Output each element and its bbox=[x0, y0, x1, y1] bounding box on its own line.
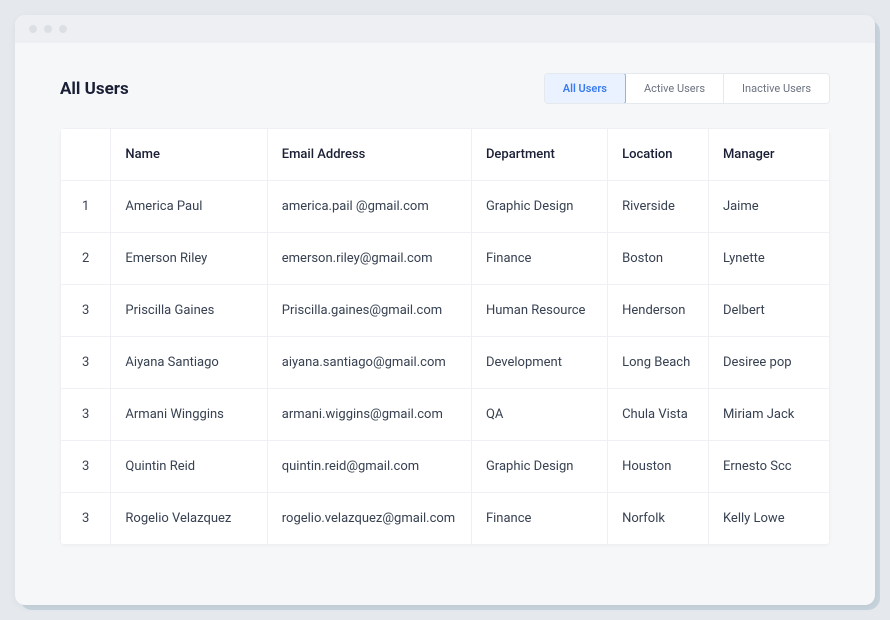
tab-all-users[interactable]: All Users bbox=[544, 73, 626, 104]
col-header-email: Email Address bbox=[267, 129, 471, 181]
cell-location: Henderson bbox=[608, 285, 709, 337]
content-area: All Users All Users Active Users Inactiv… bbox=[15, 43, 875, 575]
header-row: All Users All Users Active Users Inactiv… bbox=[60, 73, 830, 104]
cell-location: Chula Vista bbox=[608, 389, 709, 441]
col-header-manager: Manager bbox=[708, 129, 829, 181]
cell-email: aiyana.santiago@gmail.com bbox=[267, 337, 471, 389]
cell-department: Graphic Design bbox=[471, 441, 607, 493]
window-titlebar bbox=[15, 15, 875, 43]
table-body: 1 America Paul america.pail @gmail.com G… bbox=[61, 181, 830, 545]
users-table-container: Name Email Address Department Location M… bbox=[60, 128, 830, 545]
cell-department: QA bbox=[471, 389, 607, 441]
cell-department: Human Resource bbox=[471, 285, 607, 337]
cell-manager: Ernesto Scc bbox=[708, 441, 829, 493]
cell-email: quintin.reid@gmail.com bbox=[267, 441, 471, 493]
col-header-name: Name bbox=[111, 129, 267, 181]
cell-location: Long Beach bbox=[608, 337, 709, 389]
cell-name: Emerson Riley bbox=[111, 233, 267, 285]
cell-manager: Kelly Lowe bbox=[708, 493, 829, 545]
cell-manager: Lynette bbox=[708, 233, 829, 285]
table-header-row: Name Email Address Department Location M… bbox=[61, 129, 830, 181]
cell-name: Aiyana Santiago bbox=[111, 337, 267, 389]
tab-inactive-users[interactable]: Inactive Users bbox=[723, 74, 829, 103]
cell-index: 1 bbox=[61, 181, 111, 233]
col-header-department: Department bbox=[471, 129, 607, 181]
cell-name: Rogelio Velazquez bbox=[111, 493, 267, 545]
col-header-location: Location bbox=[608, 129, 709, 181]
table-row[interactable]: 3 Armani Winggins armani.wiggins@gmail.c… bbox=[61, 389, 830, 441]
window-control-maximize[interactable] bbox=[59, 25, 67, 33]
user-filter-tabs: All Users Active Users Inactive Users bbox=[544, 73, 830, 104]
cell-department: Finance bbox=[471, 493, 607, 545]
cell-index: 2 bbox=[61, 233, 111, 285]
cell-location: Norfolk bbox=[608, 493, 709, 545]
cell-index: 3 bbox=[61, 337, 111, 389]
cell-index: 3 bbox=[61, 389, 111, 441]
cell-department: Development bbox=[471, 337, 607, 389]
cell-index: 3 bbox=[61, 285, 111, 337]
cell-location: Houston bbox=[608, 441, 709, 493]
table-row[interactable]: 1 America Paul america.pail @gmail.com G… bbox=[61, 181, 830, 233]
cell-name: Quintin Reid bbox=[111, 441, 267, 493]
window-control-minimize[interactable] bbox=[44, 25, 52, 33]
table-row[interactable]: 3 Priscilla Gaines Priscilla.gaines@gmai… bbox=[61, 285, 830, 337]
cell-index: 3 bbox=[61, 441, 111, 493]
col-header-index bbox=[61, 129, 111, 181]
users-table: Name Email Address Department Location M… bbox=[60, 128, 830, 545]
cell-email: rogelio.velazquez@gmail.com bbox=[267, 493, 471, 545]
cell-name: Armani Winggins bbox=[111, 389, 267, 441]
cell-manager: Desiree pop bbox=[708, 337, 829, 389]
cell-email: emerson.riley@gmail.com bbox=[267, 233, 471, 285]
cell-email: armani.wiggins@gmail.com bbox=[267, 389, 471, 441]
table-row[interactable]: 2 Emerson Riley emerson.riley@gmail.com … bbox=[61, 233, 830, 285]
table-row[interactable]: 3 Aiyana Santiago aiyana.santiago@gmail.… bbox=[61, 337, 830, 389]
tab-active-users[interactable]: Active Users bbox=[625, 74, 723, 103]
app-window: All Users All Users Active Users Inactiv… bbox=[15, 15, 875, 605]
cell-manager: Delbert bbox=[708, 285, 829, 337]
cell-department: Finance bbox=[471, 233, 607, 285]
cell-name: Priscilla Gaines bbox=[111, 285, 267, 337]
window-control-close[interactable] bbox=[29, 25, 37, 33]
cell-location: Boston bbox=[608, 233, 709, 285]
cell-manager: Miriam Jack bbox=[708, 389, 829, 441]
cell-location: Riverside bbox=[608, 181, 709, 233]
page-title: All Users bbox=[60, 79, 129, 99]
cell-name: America Paul bbox=[111, 181, 267, 233]
table-row[interactable]: 3 Quintin Reid quintin.reid@gmail.com Gr… bbox=[61, 441, 830, 493]
cell-department: Graphic Design bbox=[471, 181, 607, 233]
cell-index: 3 bbox=[61, 493, 111, 545]
cell-email: Priscilla.gaines@gmail.com bbox=[267, 285, 471, 337]
cell-email: america.pail @gmail.com bbox=[267, 181, 471, 233]
table-row[interactable]: 3 Rogelio Velazquez rogelio.velazquez@gm… bbox=[61, 493, 830, 545]
cell-manager: Jaime bbox=[708, 181, 829, 233]
